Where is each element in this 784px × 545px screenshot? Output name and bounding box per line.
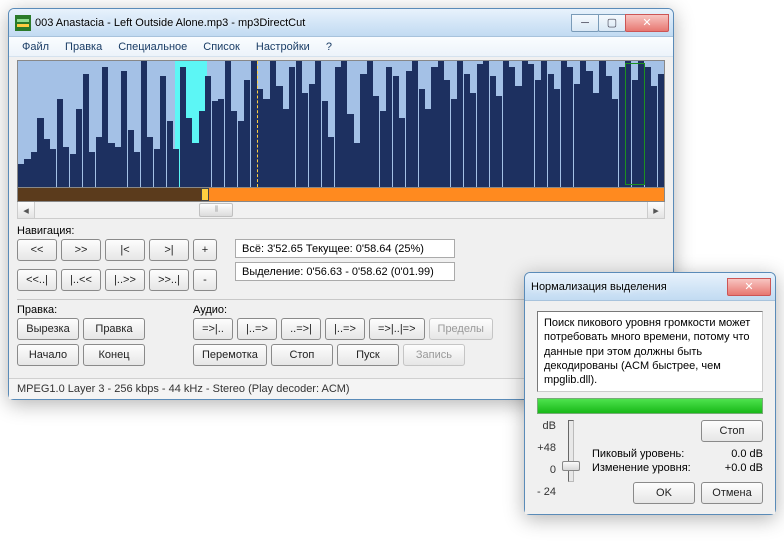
menu-settings[interactable]: Настройки [249,39,317,55]
minimize-button[interactable]: ─ [571,14,599,32]
nav-rew-in-sel[interactable]: |..<< [61,269,101,291]
timeline-bar[interactable] [17,188,665,202]
level-change-value: +0.0 dB [725,462,763,474]
info-total-current: Всё: 3'52.65 Текущее: 0'58.64 (25%) [235,239,455,258]
audio-stop-button[interactable]: Стоп [271,344,333,366]
audio-rewind-button[interactable]: Перемотка [193,344,267,366]
dialog-note: Поиск пикового уровня громкости может по… [537,311,763,392]
gain-slider[interactable] [568,420,574,482]
dialog-title: Нормализация выделения [531,281,727,293]
edit-label: Правка: [17,304,145,316]
progress-bar [537,398,763,414]
scroll-thumb[interactable] [199,203,233,217]
edit-cut-button[interactable]: Вырезка [17,318,79,340]
gain-slider-thumb[interactable] [562,461,580,471]
timeline-cursor-marker[interactable] [201,188,209,201]
edit-end-button[interactable]: Конец [83,344,145,366]
nav-zoom-in[interactable]: + [193,239,217,261]
menu-help[interactable]: ? [319,39,339,55]
audio-play-over-cue[interactable]: =>|..|=> [369,318,425,340]
dialog-stop-button[interactable]: Стоп [701,420,763,442]
info-selection: Выделение: 0'56.63 - 0'58.62 (0'01.99) [235,262,455,281]
peak-level-label: Пиковый уровень: [592,448,684,460]
audio-label: Аудио: [193,304,493,316]
window-title: 003 Anastacia - Left Outside Alone.mp3 -… [35,17,571,29]
menu-special[interactable]: Специальное [111,39,194,55]
peak-level-value: 0.0 dB [731,448,763,460]
scroll-right-button[interactable]: ▸ [647,202,664,218]
menu-file[interactable]: Файл [15,39,56,55]
nav-forward-fast[interactable]: >> [61,239,101,261]
audio-limits-button[interactable]: Пределы [429,318,493,340]
navigation-label: Навигация: [17,225,665,237]
main-titlebar[interactable]: 003 Anastacia - Left Outside Alone.mp3 -… [9,9,673,37]
nav-fwd-in-sel[interactable]: |..>> [105,269,145,291]
audio-record-button[interactable]: Запись [403,344,465,366]
menu-list[interactable]: Список [196,39,247,55]
dialog-titlebar[interactable]: Нормализация выделения ✕ [525,273,775,301]
dialog-ok-button[interactable]: OK [633,482,695,504]
audio-play-to-cue1[interactable]: |..=> [237,318,277,340]
db-scale: dB +48 0 - 24 [537,420,560,498]
menubar: Файл Правка Специальное Список Настройки… [9,37,673,57]
edit-begin-button[interactable]: Начало [17,344,79,366]
app-icon [15,15,31,31]
audio-play-button[interactable]: Пуск [337,344,399,366]
level-change-label: Изменение уровня: [592,462,691,474]
nav-zoom-out[interactable]: - [193,269,217,291]
audio-play-to-cue2[interactable]: |..=> [325,318,365,340]
horizontal-scrollbar[interactable]: ◂ ▸ [17,202,665,219]
nav-rewind-fast[interactable]: << [17,239,57,261]
nav-fwd-to-end[interactable]: >>..| [149,269,189,291]
audio-play-from-cue2[interactable]: ..=>| [281,318,321,340]
maximize-button[interactable]: ▢ [598,14,626,32]
dialog-cancel-button[interactable]: Отмена [701,482,763,504]
close-button[interactable]: ✕ [625,14,669,32]
waveform-display[interactable] [17,60,665,188]
nav-rew-to-begin[interactable]: <<..| [17,269,57,291]
audio-play-from-cue1[interactable]: =>|.. [193,318,233,340]
edit-edit-button[interactable]: Правка [83,318,145,340]
timeline-played-region [18,188,205,201]
menu-edit[interactable]: Правка [58,39,109,55]
scroll-left-button[interactable]: ◂ [18,202,35,218]
nav-prev-cut[interactable]: |< [105,239,145,261]
dialog-close-button[interactable]: ✕ [727,278,771,296]
nav-next-cut[interactable]: >| [149,239,189,261]
